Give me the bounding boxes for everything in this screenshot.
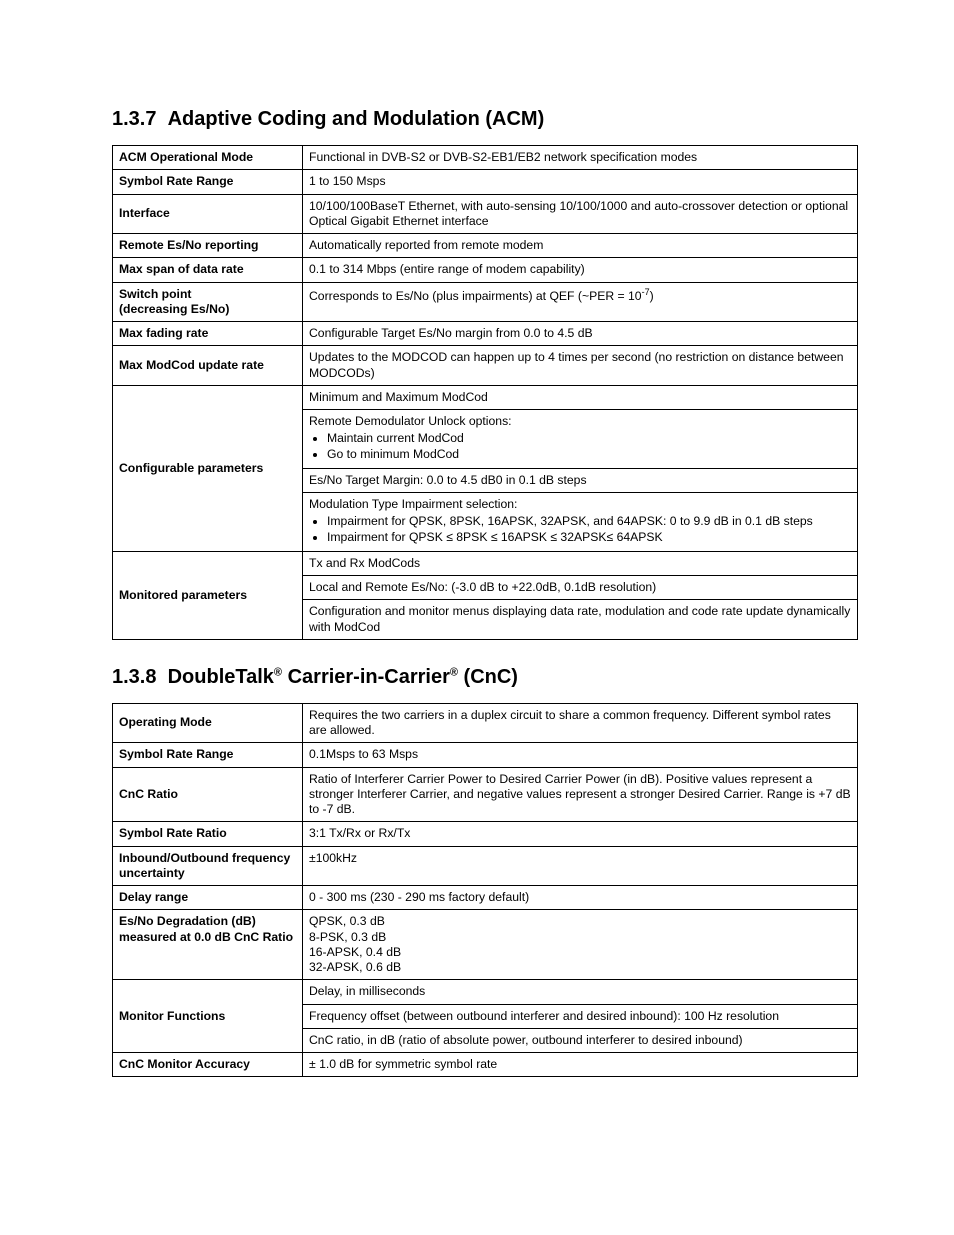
value-text: ) bbox=[650, 289, 654, 303]
table-row: Interface10/100/100BaseT Ethernet, with … bbox=[113, 194, 858, 234]
table-row: Monitor Functions Delay, in milliseconds bbox=[113, 980, 858, 1004]
row-value: Minimum and Maximum ModCod bbox=[303, 385, 858, 409]
row-value: Es/No Target Margin: 0.0 to 4.5 dB0 in 0… bbox=[303, 468, 858, 492]
row-label-line2: (decreasing Es/No) bbox=[119, 302, 229, 316]
row-value: Ratio of Interferer Carrier Power to Des… bbox=[303, 767, 858, 822]
row-value: Frequency offset (between outbound inter… bbox=[303, 1004, 858, 1028]
value-text: Corresponds to Es/No (plus impairments) … bbox=[309, 289, 642, 303]
row-label: Symbol Rate Range bbox=[113, 170, 303, 194]
row-label: CnC Monitor Accuracy bbox=[113, 1053, 303, 1077]
heading-text: Carrier-in-Carrier bbox=[282, 666, 450, 688]
table-row: ACM Operational ModeFunctional in DVB-S2… bbox=[113, 146, 858, 170]
row-label: Max fading rate bbox=[113, 322, 303, 346]
list-item: Maintain current ModCod bbox=[327, 431, 851, 446]
list-item: Go to minimum ModCod bbox=[327, 447, 851, 462]
value-line: 8-PSK, 0.3 dB bbox=[309, 930, 386, 944]
row-value: Requires the two carriers in a duplex ci… bbox=[303, 703, 858, 743]
table-row: Monitored parameters Tx and Rx ModCods bbox=[113, 551, 858, 575]
value-line: 32-APSK, 0.6 dB bbox=[309, 960, 401, 974]
row-value: 10/100/100BaseT Ethernet, with auto-sens… bbox=[303, 194, 858, 234]
row-value: QPSK, 0.3 dB 8-PSK, 0.3 dB 16-APSK, 0.4 … bbox=[303, 910, 858, 980]
row-label: Symbol Rate Range bbox=[113, 743, 303, 767]
row-label: Symbol Rate Ratio bbox=[113, 822, 303, 846]
section-heading-acm: 1.3.7 Adaptive Coding and Modulation (AC… bbox=[112, 108, 858, 131]
table-row: Es/No Degradation (dB) measured at 0.0 d… bbox=[113, 910, 858, 980]
row-value: Modulation Type Impairment selection: Im… bbox=[303, 493, 858, 552]
row-label: Remote Es/No reporting bbox=[113, 234, 303, 258]
row-value: ±100kHz bbox=[303, 846, 858, 886]
section-heading-cnc: 1.3.8 DoubleTalk® Carrier-in-Carrier® (C… bbox=[112, 666, 858, 689]
table-row: Operating ModeRequires the two carriers … bbox=[113, 703, 858, 743]
table-row: Configurable parameters Minimum and Maxi… bbox=[113, 385, 858, 409]
heading-number: 1.3.8 bbox=[112, 666, 156, 688]
row-value: 3:1 Tx/Rx or Rx/Tx bbox=[303, 822, 858, 846]
row-value: 0.1 to 314 Mbps (entire range of modem c… bbox=[303, 258, 858, 282]
row-value: Corresponds to Es/No (plus impairments) … bbox=[303, 282, 858, 322]
table-row: Max ModCod update rateUpdates to the MOD… bbox=[113, 346, 858, 386]
value-intro: Remote Demodulator Unlock options: bbox=[309, 414, 512, 428]
row-value: ± 1.0 dB for symmetric symbol rate bbox=[303, 1053, 858, 1077]
table-row: Symbol Rate Range1 to 150 Msps bbox=[113, 170, 858, 194]
row-label: Max ModCod update rate bbox=[113, 346, 303, 386]
table-row: CnC Monitor Accuracy± 1.0 dB for symmetr… bbox=[113, 1053, 858, 1077]
list-item: Impairment for QPSK ≤ 8PSK ≤ 16APSK ≤ 32… bbox=[327, 530, 851, 545]
row-label: Inbound/Outbound frequency uncertainty bbox=[113, 846, 303, 886]
table-row: CnC RatioRatio of Interferer Carrier Pow… bbox=[113, 767, 858, 822]
table-row: Switch point(decreasing Es/No) Correspon… bbox=[113, 282, 858, 322]
row-value: Updates to the MODCOD can happen up to 4… bbox=[303, 346, 858, 386]
table-row: Symbol Rate Ratio3:1 Tx/Rx or Rx/Tx bbox=[113, 822, 858, 846]
row-label: Es/No Degradation (dB) measured at 0.0 d… bbox=[113, 910, 303, 980]
row-label: Monitor Functions bbox=[113, 980, 303, 1053]
row-label: Operating Mode bbox=[113, 703, 303, 743]
row-value: Tx and Rx ModCods bbox=[303, 551, 858, 575]
row-label: Switch point(decreasing Es/No) bbox=[113, 282, 303, 322]
heading-number: 1.3.7 bbox=[112, 108, 156, 130]
row-label: ACM Operational Mode bbox=[113, 146, 303, 170]
table-row: Delay range0 - 300 ms (230 - 290 ms fact… bbox=[113, 886, 858, 910]
row-label: CnC Ratio bbox=[113, 767, 303, 822]
registered-icon: ® bbox=[274, 666, 282, 678]
row-label-line1: Switch point bbox=[119, 287, 191, 301]
cnc-table: Operating ModeRequires the two carriers … bbox=[112, 703, 858, 1078]
value-line: QPSK, 0.3 dB bbox=[309, 914, 385, 928]
row-label: Max span of data rate bbox=[113, 258, 303, 282]
list-item: Impairment for QPSK, 8PSK, 16APSK, 32APS… bbox=[327, 514, 851, 529]
acm-table: ACM Operational ModeFunctional in DVB-S2… bbox=[112, 145, 858, 640]
heading-text: Adaptive Coding and Modulation (ACM) bbox=[168, 108, 545, 130]
row-value: Delay, in milliseconds bbox=[303, 980, 858, 1004]
row-label: Configurable parameters bbox=[113, 385, 303, 551]
row-label: Monitored parameters bbox=[113, 551, 303, 639]
row-value: Automatically reported from remote modem bbox=[303, 234, 858, 258]
value-line: 16-APSK, 0.4 dB bbox=[309, 945, 401, 959]
row-value: 1 to 150 Msps bbox=[303, 170, 858, 194]
table-row: Symbol Rate Range0.1Msps to 63 Msps bbox=[113, 743, 858, 767]
heading-text: DoubleTalk bbox=[168, 666, 274, 688]
bullet-list: Maintain current ModCod Go to minimum Mo… bbox=[327, 431, 851, 462]
registered-icon: ® bbox=[450, 666, 458, 678]
row-value: 0 - 300 ms (230 - 290 ms factory default… bbox=[303, 886, 858, 910]
row-value: Functional in DVB-S2 or DVB-S2-EB1/EB2 n… bbox=[303, 146, 858, 170]
value-intro: Modulation Type Impairment selection: bbox=[309, 497, 517, 511]
row-label: Interface bbox=[113, 194, 303, 234]
row-label: Delay range bbox=[113, 886, 303, 910]
table-row: Remote Es/No reportingAutomatically repo… bbox=[113, 234, 858, 258]
row-value: Configuration and monitor menus displayi… bbox=[303, 600, 858, 640]
bullet-list: Impairment for QPSK, 8PSK, 16APSK, 32APS… bbox=[327, 514, 851, 545]
value-sup: -7 bbox=[642, 287, 650, 297]
row-value: CnC ratio, in dB (ratio of absolute powe… bbox=[303, 1028, 858, 1052]
row-value: Configurable Target Es/No margin from 0.… bbox=[303, 322, 858, 346]
table-row: Max fading rateConfigurable Target Es/No… bbox=[113, 322, 858, 346]
row-value: Remote Demodulator Unlock options: Maint… bbox=[303, 410, 858, 469]
table-row: Max span of data rate0.1 to 314 Mbps (en… bbox=[113, 258, 858, 282]
row-value: Local and Remote Es/No: (-3.0 dB to +22.… bbox=[303, 576, 858, 600]
row-value: 0.1Msps to 63 Msps bbox=[303, 743, 858, 767]
table-row: Inbound/Outbound frequency uncertainty±1… bbox=[113, 846, 858, 886]
heading-text: (CnC) bbox=[458, 666, 518, 688]
